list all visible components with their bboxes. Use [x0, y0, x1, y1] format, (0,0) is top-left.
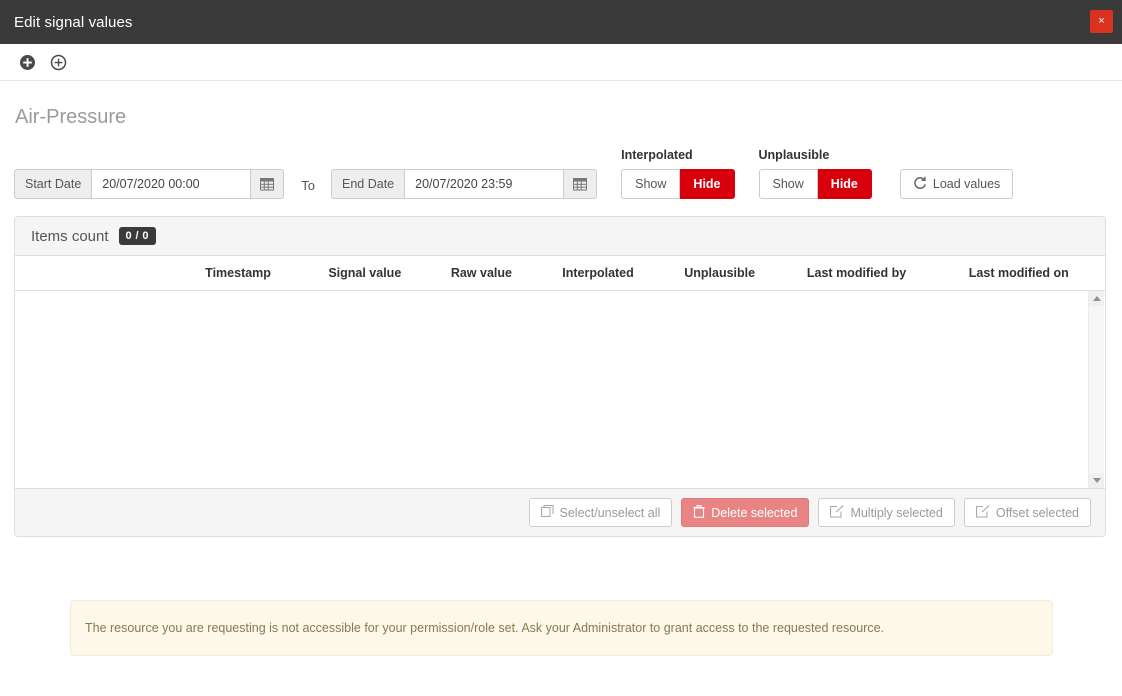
column-header-interpolated[interactable]: Interpolated	[537, 256, 659, 291]
load-values-label: Load values	[933, 177, 1000, 191]
permission-alert: The resource you are requesting is not a…	[70, 600, 1053, 656]
interpolated-hide-button[interactable]: Hide	[680, 169, 734, 199]
close-button[interactable]: ×	[1090, 10, 1113, 33]
panel-footer: Select/unselect all Delete selected	[15, 489, 1105, 536]
end-date-label: End Date	[331, 169, 404, 199]
table-header-row: Timestamp Signal value Raw value Interpo…	[15, 256, 1105, 291]
panel-header: Items count 0 / 0	[15, 217, 1105, 256]
start-date-label: Start Date	[14, 169, 91, 199]
interpolated-toggle-group: Show Hide	[621, 169, 734, 199]
copy-icon	[541, 505, 554, 521]
unplausible-toggle-group: Show Hide	[759, 169, 872, 199]
trash-icon	[693, 505, 705, 521]
edit-square-icon	[976, 505, 990, 521]
column-header-last-modified-by[interactable]: Last modified by	[781, 256, 933, 291]
window-title: Edit signal values	[14, 14, 133, 31]
column-header-last-modified-on[interactable]: Last modified on	[933, 256, 1105, 291]
window-titlebar: Edit signal values ×	[0, 0, 1122, 44]
offset-selected-button[interactable]: Offset selected	[964, 498, 1091, 527]
column-header-unplausible[interactable]: Unplausible	[659, 256, 781, 291]
unplausible-show-button[interactable]: Show	[759, 169, 818, 199]
load-values-button[interactable]: Load values	[900, 169, 1013, 199]
start-date-input[interactable]	[91, 169, 251, 199]
add-filled-icon[interactable]	[18, 53, 36, 71]
column-header-timestamp[interactable]: Timestamp	[172, 256, 304, 291]
select-unselect-all-button[interactable]: Select/unselect all	[529, 498, 673, 527]
edit-square-icon	[830, 505, 844, 521]
scrollbar-up-arrow-icon[interactable]	[1089, 291, 1104, 306]
values-table: Timestamp Signal value Raw value Interpo…	[15, 256, 1105, 291]
values-panel: Items count 0 / 0 Timestamp Signal value…	[14, 216, 1106, 537]
end-date-input[interactable]	[404, 169, 564, 199]
scrollbar-down-arrow-icon[interactable]	[1089, 473, 1104, 488]
refresh-icon	[913, 176, 927, 193]
table-body-empty	[15, 291, 1105, 489]
column-header-blank[interactable]	[15, 256, 172, 291]
filter-row: Start Date To End Date	[14, 148, 1108, 199]
unplausible-hide-button[interactable]: Hide	[818, 169, 872, 199]
column-header-signal-value[interactable]: Signal value	[304, 256, 426, 291]
interpolated-filter: Interpolated Show Hide	[621, 148, 734, 199]
date-range-separator: To	[301, 178, 315, 193]
offset-selected-label: Offset selected	[996, 506, 1079, 520]
column-header-raw-value[interactable]: Raw value	[426, 256, 538, 291]
items-count-label: Items count	[31, 228, 109, 245]
add-outline-icon[interactable]	[49, 53, 67, 71]
page-title: Air-Pressure	[14, 106, 1108, 129]
interpolated-filter-label: Interpolated	[621, 148, 734, 162]
start-date-calendar-icon[interactable]	[251, 169, 284, 199]
interpolated-show-button[interactable]: Show	[621, 169, 680, 199]
delete-selected-label: Delete selected	[711, 506, 797, 520]
unplausible-filter-label: Unplausible	[759, 148, 872, 162]
select-unselect-all-label: Select/unselect all	[560, 506, 661, 520]
items-count-badge: 0 / 0	[119, 227, 156, 245]
multiply-selected-label: Multiply selected	[850, 506, 942, 520]
toolbar	[0, 44, 1122, 81]
multiply-selected-button[interactable]: Multiply selected	[818, 498, 954, 527]
main-content: Air-Pressure Start Date To End Date	[0, 106, 1122, 656]
table-scrollbar[interactable]	[1088, 291, 1104, 488]
end-date-calendar-icon[interactable]	[564, 169, 597, 199]
end-date-group: End Date	[331, 169, 597, 199]
table-wrapper: Timestamp Signal value Raw value Interpo…	[15, 256, 1105, 489]
delete-selected-button[interactable]: Delete selected	[681, 498, 809, 527]
start-date-group: Start Date	[14, 169, 284, 199]
unplausible-filter: Unplausible Show Hide	[759, 148, 872, 199]
